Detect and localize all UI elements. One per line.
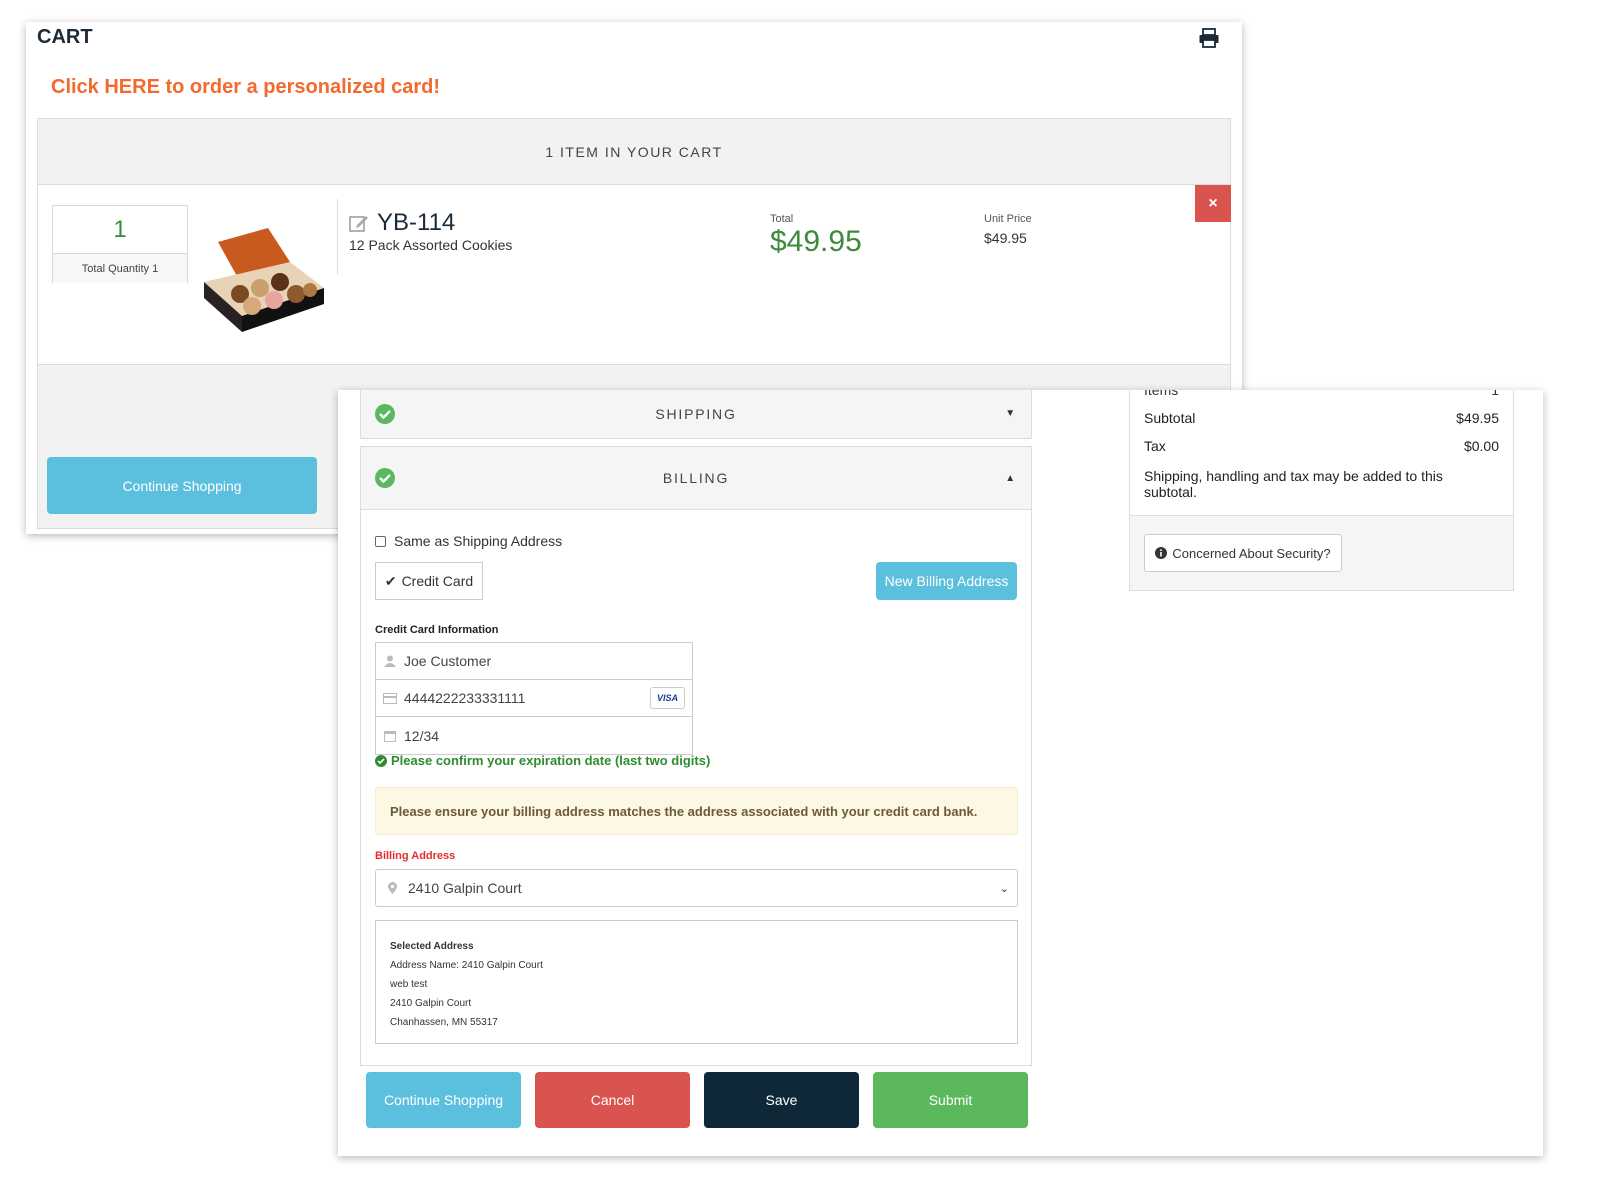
product-sku[interactable]: YB-114 (377, 209, 455, 237)
expiry-field[interactable]: 12/34 (376, 717, 692, 754)
selected-address-line2: 2410 Galpin Court (390, 998, 472, 1009)
check-icon: ✔ (384, 572, 397, 589)
product-description: 12 Pack Assorted Cookies (349, 237, 513, 253)
summary-subtotal-label: Subtotal (1144, 410, 1196, 426)
expiry-value: 12/34 (404, 727, 440, 744)
personalized-card-link[interactable]: Click HERE to order a personalized card! (51, 76, 440, 99)
unit-price-label: Unit Price (984, 213, 1032, 225)
print-icon[interactable] (1198, 28, 1220, 48)
summary-items-row: Items 1 (1144, 390, 1499, 404)
cart-item-row: 1 Total Quantity 1 YB-114 12 Pack Assort… (38, 185, 1231, 365)
same-as-shipping[interactable]: Same as Shipping Address (375, 533, 562, 549)
checkout-actions: Continue Shopping Cancel Save Submit (366, 1072, 1028, 1128)
calendar-icon (376, 730, 404, 742)
shipping-header[interactable]: SHIPPING ▼ (361, 390, 1031, 437)
order-summary: Items 1 Subtotal $49.95 Tax $0.00 Shippi… (1129, 390, 1514, 591)
info-circle-icon (1155, 547, 1168, 559)
quantity-value[interactable]: 1 (53, 206, 187, 254)
submit-button[interactable]: Submit (873, 1072, 1028, 1128)
card-number-field[interactable]: 4444222233331111 VISA (376, 680, 692, 717)
cc-fields: Joe Customer 4444222233331111 VISA 12/34 (375, 642, 693, 755)
check-circle-icon (375, 403, 395, 424)
summary-footer: Concerned About Security? (1130, 515, 1513, 590)
billing-title: BILLING (662, 470, 730, 486)
map-marker-icon (376, 882, 408, 894)
save-button[interactable]: Save (704, 1072, 859, 1128)
selected-address-name: Address Name: 2410 Galpin Court (390, 960, 543, 971)
summary-items-label: Items (1144, 390, 1179, 398)
continue-shopping-button[interactable]: Continue Shopping (366, 1072, 521, 1128)
selected-address-box: Selected Address Address Name: 2410 Galp… (375, 920, 1018, 1044)
edit-icon[interactable] (349, 213, 369, 233)
remove-item-button[interactable]: × (1195, 185, 1231, 222)
billing-address-value: 2410 Galpin Court (408, 880, 522, 896)
security-button[interactable]: Concerned About Security? (1144, 534, 1342, 572)
new-billing-address-button[interactable]: New Billing Address (876, 562, 1017, 600)
summary-tax-label: Tax (1144, 438, 1166, 454)
summary-subtotal-row: Subtotal $49.95 (1144, 404, 1499, 432)
product-image (204, 228, 324, 332)
card-number-value: 4444222233331111 (404, 690, 526, 706)
credit-card-tab[interactable]: ✔ Credit Card (375, 562, 483, 600)
billing-address-select[interactable]: 2410 Galpin Court ⌄ (375, 869, 1018, 907)
billing-notice: Please ensure your billing address match… (375, 787, 1018, 835)
selected-address-heading: Selected Address (390, 941, 474, 952)
caret-down-icon: ▼ (1005, 408, 1017, 419)
cancel-button[interactable]: Cancel (535, 1072, 690, 1128)
user-icon (376, 655, 404, 667)
billing-address-label: Billing Address (375, 850, 456, 862)
shipping-section: SHIPPING ▼ (360, 390, 1032, 439)
close-icon: × (1208, 194, 1218, 212)
selected-address-line3: Chanhassen, MN 55317 (390, 1017, 498, 1028)
billing-header[interactable]: BILLING ▲ (361, 447, 1031, 510)
check-circle-icon (375, 468, 395, 488)
selected-address-line1: web test (390, 979, 428, 990)
summary-items-value: 1 (1491, 390, 1499, 398)
credit-card-tab-label: Credit Card (401, 573, 474, 589)
same-as-shipping-label: Same as Shipping Address (394, 533, 563, 549)
cart-title: CART (37, 26, 93, 48)
summary-note: Shipping, handling and tax may be added … (1144, 468, 1443, 500)
summary-tax-value: $0.00 (1463, 438, 1499, 454)
cart-items-header: 1 ITEM IN YOUR CART (38, 119, 1230, 185)
item-divider (337, 199, 338, 275)
confirm-expiry-text: Please confirm your expiration date (las… (391, 753, 711, 768)
same-as-shipping-checkbox[interactable] (375, 535, 386, 547)
cc-info-label: Credit Card Information (375, 624, 499, 636)
quantity-label: Total Quantity 1 (53, 254, 187, 283)
security-button-label: Concerned About Security? (1172, 545, 1331, 561)
total-value: $49.95 (770, 225, 862, 258)
unit-price-value: $49.95 (984, 230, 1027, 246)
summary-subtotal-value: $49.95 (1456, 410, 1499, 426)
total-label: Total (770, 213, 794, 225)
continue-shopping-button[interactable]: Continue Shopping (47, 457, 317, 514)
cardholder-name-value: Joe Customer (404, 653, 492, 669)
billing-section: BILLING ▲ Same as Shipping Address ✔ Cre… (360, 446, 1032, 1066)
chevron-down-icon: ⌄ (999, 882, 1009, 895)
checkout-panel: SHIPPING ▼ BILLING ▲ Same as Shipping Ad… (338, 390, 1543, 1156)
confirm-expiry-message: Please confirm your expiration date (las… (375, 753, 710, 768)
summary-tax-row: Tax $0.00 (1144, 432, 1499, 460)
credit-card-icon (376, 692, 404, 704)
cardholder-name-field[interactable]: Joe Customer (376, 643, 692, 680)
visa-badge: VISA (650, 687, 685, 709)
caret-up-icon: ▲ (1005, 472, 1017, 484)
shipping-title: SHIPPING (655, 405, 737, 422)
check-circle-icon (375, 754, 387, 767)
quantity-box[interactable]: 1 Total Quantity 1 (52, 205, 188, 283)
